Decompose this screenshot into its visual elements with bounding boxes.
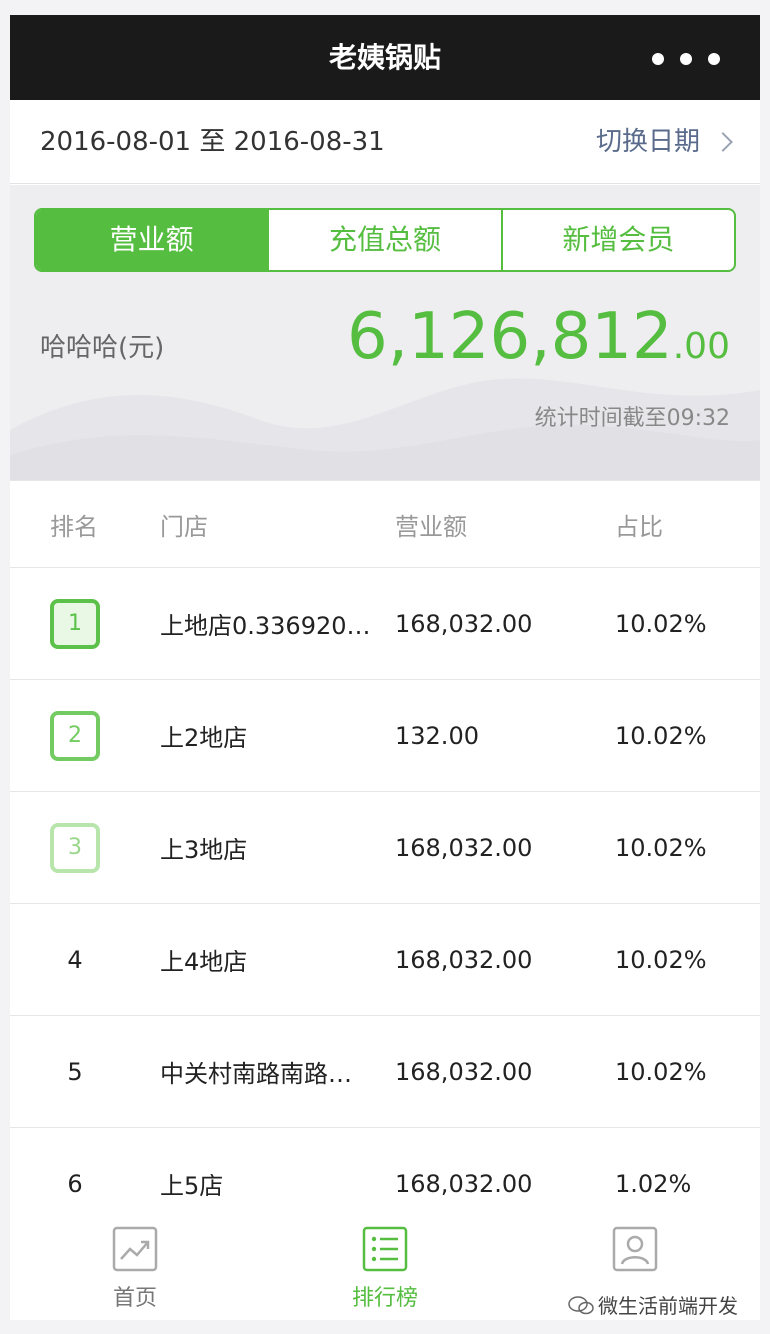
app-frame: 老姨锅贴 2016-08-01 至 2016-08-31 切换日期 营业额 充值… <box>10 15 760 1320</box>
store-cell: 上地店0.336920… <box>160 612 371 640</box>
stat-time: 统计时间截至09:32 <box>534 406 730 431</box>
table-row[interactable]: 2 上2地店 132.00 10.02% <box>10 680 760 792</box>
tab-ranking[interactable]: 排行榜 <box>260 1210 510 1320</box>
metric-value-decimal: .00 <box>672 326 730 367</box>
switch-date-button[interactable]: 切换日期 <box>595 100 733 184</box>
tab-home[interactable]: 首页 <box>10 1210 260 1320</box>
share-cell: 10.02% <box>615 945 707 974</box>
rank-number: 5 <box>67 1057 83 1086</box>
table-row[interactable]: 5 中关村南路南路… 168,032.00 10.02% <box>10 1016 760 1128</box>
store-cell: 上4地店 <box>160 948 248 976</box>
watermark-text: 微生活前端开发 <box>598 1294 738 1318</box>
header-rank: 排名 <box>50 512 98 541</box>
header-revenue: 营业额 <box>395 512 467 541</box>
share-cell: 1.02% <box>615 1169 692 1198</box>
tab-new-members[interactable]: 新增会员 <box>500 210 734 270</box>
dot-icon <box>652 53 664 65</box>
tab-revenue[interactable]: 营业额 <box>36 210 268 270</box>
rank-cell: 3 <box>10 822 160 873</box>
store-cell: 上5店 <box>160 1172 224 1200</box>
page-title: 老姨锅贴 <box>328 41 441 74</box>
rank-badge: 1 <box>50 598 100 649</box>
title-bar: 老姨锅贴 <box>10 15 760 100</box>
share-cell: 10.02% <box>615 721 707 750</box>
watermark: 微生活前端开发 <box>568 1290 738 1319</box>
dot-icon <box>708 53 720 65</box>
rank-number: 6 <box>67 1169 83 1198</box>
rank-cell: 2 <box>10 710 160 761</box>
metric-tabs: 营业额 充值总额 新增会员 <box>34 208 736 272</box>
rank-cell: 4 <box>10 946 160 974</box>
revenue-cell: 168,032.00 <box>395 833 533 862</box>
share-cell: 10.02% <box>615 833 707 862</box>
dot-icon <box>680 53 692 65</box>
header-share: 占比 <box>615 512 663 541</box>
summary-panel: 营业额 充值总额 新增会员 哈哈哈(元) 6,126,812.00 统计时间截至… <box>10 185 760 480</box>
rank-cell: 1 <box>10 598 160 649</box>
metric-value-integer: 6,126,812 <box>347 300 673 374</box>
metric-label: 哈哈哈(元) <box>40 333 165 363</box>
revenue-cell: 168,032.00 <box>395 945 533 974</box>
rank-cell: 5 <box>10 1058 160 1086</box>
trend-chart-icon <box>112 1226 158 1272</box>
more-menu-icon[interactable] <box>652 53 720 65</box>
tab-recharge-total[interactable]: 充值总额 <box>267 210 500 270</box>
rank-badge: 2 <box>50 710 100 761</box>
table-row[interactable]: 3 上3地店 168,032.00 10.02% <box>10 792 760 904</box>
wechat-icon <box>568 1295 594 1314</box>
header-store: 门店 <box>160 512 208 541</box>
table-row[interactable]: 4 上4地店 168,032.00 10.02% <box>10 904 760 1016</box>
chevron-right-icon <box>713 132 733 152</box>
revenue-cell: 132.00 <box>395 721 479 750</box>
table-header: 排名 门店 营业额 占比 <box>10 480 760 568</box>
metric-value: 6,126,812.00 <box>347 300 730 374</box>
rank-cell: 6 <box>10 1170 160 1198</box>
revenue-cell: 168,032.00 <box>395 609 533 638</box>
date-range: 2016-08-01 至 2016-08-31 <box>40 127 385 157</box>
store-cell: 中关村南路南路… <box>160 1060 352 1088</box>
date-bar: 2016-08-01 至 2016-08-31 切换日期 <box>10 100 760 184</box>
switch-date-label: 切换日期 <box>595 127 700 157</box>
share-cell: 10.02% <box>615 609 707 638</box>
ranking-list-icon <box>362 1226 408 1272</box>
store-cell: 上2地店 <box>160 724 248 752</box>
table-row[interactable]: 1 上地店0.336920… 168,032.00 10.02% <box>10 568 760 680</box>
share-cell: 10.02% <box>615 1057 707 1086</box>
rank-number: 4 <box>67 945 83 974</box>
rank-badge: 3 <box>50 822 100 873</box>
user-icon <box>612 1226 658 1272</box>
revenue-cell: 168,032.00 <box>395 1057 533 1086</box>
tab-home-label: 首页 <box>112 1286 157 1311</box>
ranking-table: 排名 门店 营业额 占比 1 上地店0.336920… 168,032.00 1… <box>10 480 760 1240</box>
store-cell: 上3地店 <box>160 836 248 864</box>
tab-ranking-label: 排行榜 <box>351 1286 418 1311</box>
revenue-cell: 168,032.00 <box>395 1169 533 1198</box>
